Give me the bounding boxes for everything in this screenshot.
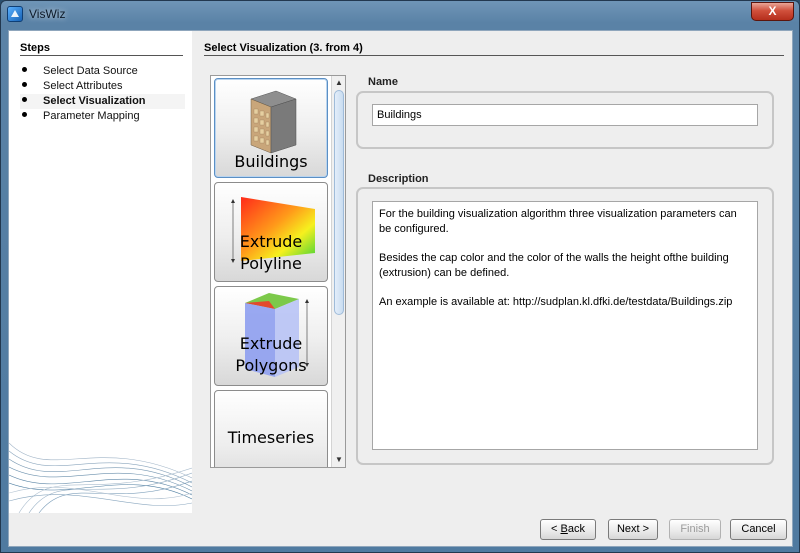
gallery-item-label: Extrude: [239, 334, 303, 353]
window-title: VisWiz: [29, 7, 66, 21]
gallery-item-extrude-polygons[interactable]: Extrude Polygons: [214, 286, 328, 386]
steps-divider: [20, 55, 183, 56]
gallery-item-label: Polyline: [240, 254, 302, 273]
description-paragraph: An example is available at: http://sudpl…: [379, 296, 733, 308]
bullet-icon: [22, 67, 27, 72]
cancel-button[interactable]: Cancel: [730, 519, 787, 540]
gallery-item-label: Buildings: [234, 152, 308, 171]
back-button-mnemonic: B: [560, 523, 568, 535]
bullet-icon: [22, 97, 27, 102]
wizard-client-area: Steps Select Data Source Select Attribut…: [8, 30, 793, 547]
step-label: Select Visualization: [43, 95, 146, 107]
page-title: Select Visualization (3. from 4): [204, 42, 363, 54]
step-item-select-attributes: Select Attributes: [20, 79, 185, 94]
scroll-thumb[interactable]: [334, 90, 344, 315]
scroll-down-icon[interactable]: ▼: [333, 454, 345, 466]
gallery-item-extrude-polyline[interactable]: Extrude Polyline: [214, 182, 328, 282]
next-button[interactable]: Next >: [608, 519, 658, 540]
gallery-item-label: Extrude: [239, 232, 303, 251]
step-item-select-data-source: Select Data Source: [20, 64, 185, 79]
bullet-icon: [22, 112, 27, 117]
gallery-item-buildings[interactable]: Buildings: [214, 78, 328, 178]
step-item-select-visualization: Select Visualization: [20, 94, 185, 109]
bullet-icon: [22, 82, 27, 87]
description-label: Description: [368, 173, 429, 185]
gallery-item-label: Polygons: [235, 356, 307, 375]
steps-heading: Steps: [20, 42, 50, 54]
close-button[interactable]: X: [751, 2, 794, 21]
visualization-gallery: Buildings Extrude Polyline Extrude Polyg…: [210, 75, 346, 468]
building-icon: [250, 90, 297, 154]
back-button[interactable]: < Back: [540, 519, 596, 540]
decorative-waves-icon: [9, 442, 192, 513]
title-divider: [204, 55, 784, 56]
gallery-item-timeseries[interactable]: Timeseries: [214, 390, 328, 467]
back-button-label-rest: ack: [567, 523, 585, 535]
steps-list: Select Data Source Select Attributes Sel…: [20, 64, 185, 124]
scroll-up-icon[interactable]: ▲: [333, 77, 345, 89]
close-icon: X: [768, 4, 777, 18]
step-label: Select Attributes: [43, 80, 123, 92]
finish-button[interactable]: Finish: [669, 519, 721, 540]
description-paragraph: For the building visualization algorithm…: [379, 208, 737, 235]
back-button-label: <: [551, 523, 561, 535]
steps-pane: Steps Select Data Source Select Attribut…: [9, 31, 192, 513]
gallery-scrollbar[interactable]: ▲ ▼: [331, 76, 345, 467]
description-textarea[interactable]: For the building visualization algorithm…: [372, 201, 758, 450]
step-item-parameter-mapping: Parameter Mapping: [20, 109, 185, 124]
description-paragraph: Besides the cap color and the color of t…: [379, 252, 729, 279]
step-label: Select Data Source: [43, 65, 138, 77]
gallery-item-label: Timeseries: [227, 428, 315, 447]
name-label: Name: [368, 76, 398, 88]
title-bar[interactable]: VisWiz X: [1, 1, 799, 29]
name-field[interactable]: [372, 104, 758, 126]
step-label: Parameter Mapping: [43, 110, 140, 122]
app-window: VisWiz X Steps Select Data Source Select…: [0, 0, 800, 553]
app-logo-icon: [7, 6, 23, 22]
